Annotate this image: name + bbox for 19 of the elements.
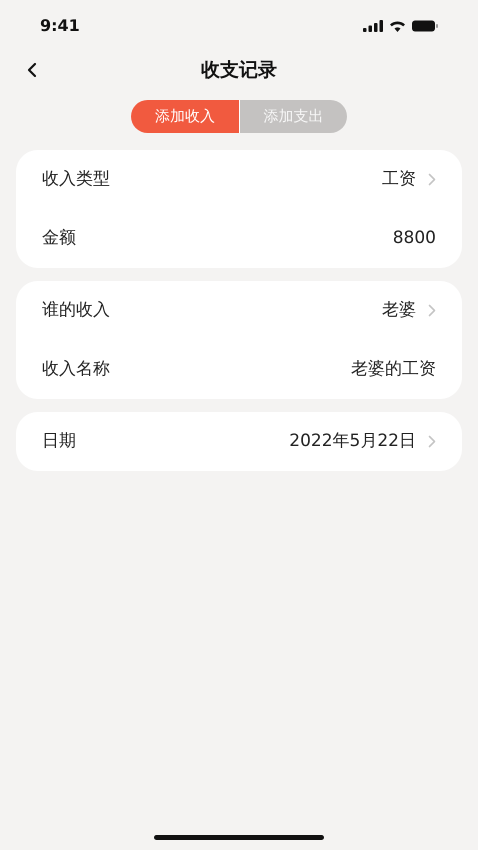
chevron-right-icon <box>428 173 436 186</box>
wifi-icon <box>389 20 406 32</box>
field-select[interactable]: 老婆 <box>382 298 436 324</box>
field-select[interactable]: 工资 <box>382 166 436 192</box>
chevron-right-icon <box>428 435 436 448</box>
field-label: 收入类型 <box>42 168 110 191</box>
field-value: 老婆的工资 <box>351 358 436 381</box>
field-label: 收入名称 <box>42 358 110 381</box>
back-icon <box>27 62 37 78</box>
field-label: 谁的收入 <box>42 298 110 322</box>
field-value: 8800 <box>392 226 436 250</box>
field-label: 金额 <box>42 226 76 250</box>
signal-icon <box>363 20 383 32</box>
battery-icon <box>412 20 438 32</box>
field-label: 日期 <box>42 430 76 453</box>
page-title: 收支记录 <box>201 58 277 83</box>
field-select[interactable]: 2022年5月22日 <box>289 428 436 454</box>
status-time: 9:41 <box>40 15 80 37</box>
chevron-right-icon <box>428 304 436 317</box>
